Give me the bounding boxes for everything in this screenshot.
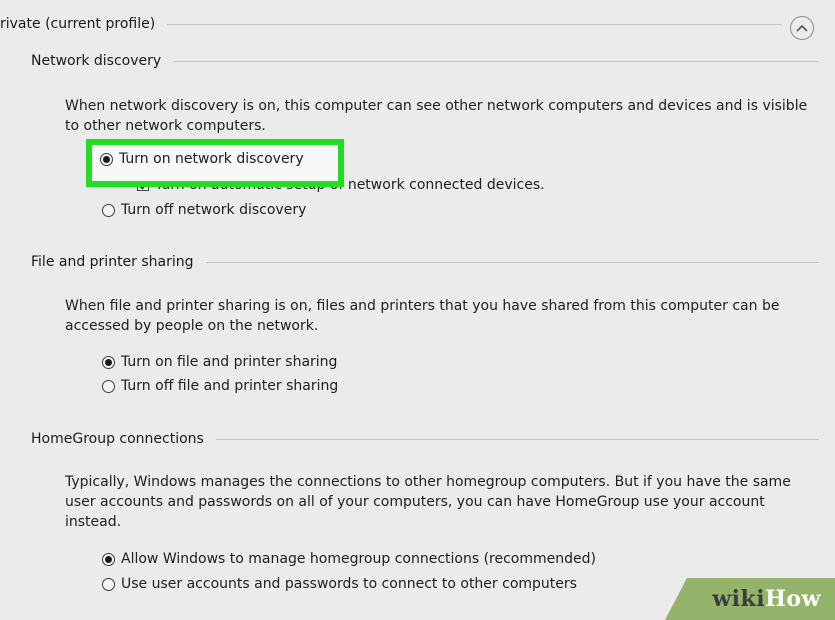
collapse-button[interactable] — [790, 16, 814, 40]
file-sharing-on-option[interactable]: Turn on file and printer sharing — [102, 354, 337, 370]
network-discovery-heading: Network discovery — [31, 53, 162, 69]
file-sharing-off-option[interactable]: Turn off file and printer sharing — [102, 378, 338, 394]
profile-header: rivate (current profile) — [0, 14, 782, 34]
file-sharing-on-label: Turn on file and printer sharing — [121, 354, 338, 370]
network-discovery-on-label: Turn on network discovery — [119, 151, 304, 167]
homegroup-user-label: Use user accounts and passwords to conne… — [121, 576, 577, 592]
network-sharing-settings-page: rivate (current profile) Network discove… — [0, 0, 835, 620]
chevron-up-icon — [796, 24, 808, 32]
profile-divider — [167, 23, 782, 25]
network-discovery-off-label: Turn off network discovery — [121, 202, 307, 218]
profile-title: rivate (current profile) — [0, 16, 156, 32]
homegroup-divider — [215, 438, 819, 440]
homegroup-allow-option[interactable]: Allow Windows to manage homegroup connec… — [102, 551, 596, 567]
file-sharing-header: File and printer sharing — [31, 252, 819, 272]
homegroup-description: Typically, Windows manages the connectio… — [65, 474, 791, 530]
homegroup-user-radio[interactable] — [102, 577, 115, 591]
file-sharing-heading: File and printer sharing — [31, 254, 194, 270]
homegroup-allow-label: Allow Windows to manage homegroup connec… — [121, 551, 596, 567]
network-discovery-description: When network discovery is on, this compu… — [65, 98, 808, 134]
network-discovery-on-radio[interactable] — [100, 152, 113, 166]
file-sharing-on-radio[interactable] — [102, 355, 115, 369]
network-discovery-off-option[interactable]: Turn off network discovery — [102, 202, 306, 218]
watermark-how: How — [765, 586, 821, 612]
watermark-wiki: wiki — [712, 586, 766, 612]
homegroup-heading: HomeGroup connections — [31, 431, 204, 447]
homegroup-header: HomeGroup connections — [31, 429, 819, 449]
file-sharing-off-label: Turn off file and printer sharing — [121, 378, 339, 394]
network-discovery-divider — [173, 60, 819, 62]
network-discovery-on-option[interactable]: Turn on network discovery — [100, 151, 304, 167]
homegroup-allow-radio[interactable] — [102, 552, 115, 566]
wikihow-watermark: wiki How — [665, 578, 835, 620]
file-sharing-divider — [205, 261, 819, 263]
homegroup-user-option[interactable]: Use user accounts and passwords to conne… — [102, 576, 577, 592]
network-discovery-off-radio[interactable] — [102, 203, 115, 217]
network-discovery-header: Network discovery — [31, 51, 819, 71]
file-sharing-off-radio[interactable] — [102, 379, 115, 393]
file-sharing-description: When file and printer sharing is on, fil… — [65, 298, 780, 334]
